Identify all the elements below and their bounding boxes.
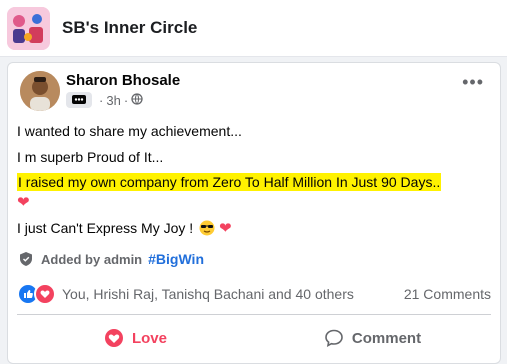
post-card: Sharon Bhosale · 3h · ••• I wanted to sh…	[7, 62, 501, 364]
privacy-globe-icon	[131, 92, 143, 108]
heart-emoji-icon: ❤	[218, 220, 232, 237]
author-avatar[interactable]	[20, 71, 60, 111]
divider	[17, 314, 491, 315]
post-meta: · 3h ·	[66, 91, 143, 109]
author-name[interactable]: Sharon Bhosale	[66, 72, 180, 89]
comments-count[interactable]: 21 Comments	[404, 286, 491, 302]
heart-emoji-icon: ❤	[17, 194, 30, 211]
post-time[interactable]: 3h	[106, 93, 120, 108]
comment-button[interactable]: Comment	[254, 318, 491, 358]
group-thumbnail[interactable]	[7, 7, 50, 50]
reaction-icons[interactable]	[17, 283, 56, 305]
post-line-highlighted: I raised my own company from Zero To Hal…	[17, 173, 442, 191]
hashtag-link[interactable]: #BigWin	[148, 251, 204, 267]
added-by-admin-label: Added by admin	[41, 251, 143, 267]
admin-added-row: Added by admin #BigWin	[19, 249, 204, 269]
action-bar: Love Comment	[17, 318, 491, 358]
group-header: SB's Inner Circle	[0, 0, 507, 57]
reactions-row: You, Hrishi Raj, Tanishq Bachani and 40 …	[17, 283, 491, 305]
comment-icon	[324, 328, 344, 348]
love-reaction-icon	[34, 283, 56, 305]
sunglasses-emoji-icon	[199, 220, 215, 239]
post-line: I just Can't Express My Joy ! ❤	[17, 220, 232, 239]
reactions-summary[interactable]: You, Hrishi Raj, Tanishq Bachani and 40 …	[62, 286, 354, 302]
comment-button-label: Comment	[351, 329, 422, 347]
shield-icon	[19, 251, 33, 267]
more-options-icon[interactable]: •••	[462, 73, 484, 91]
highlighted-text: I raised my own company from Zero To Hal…	[17, 173, 442, 191]
heart-icon	[104, 328, 124, 348]
post-line: I m superb Proud of It...	[17, 149, 164, 165]
love-button-label: Love	[131, 329, 167, 347]
love-button[interactable]: Love	[17, 318, 254, 358]
group-badge-icon	[66, 92, 92, 108]
post-line: I wanted to share my achievement...	[17, 123, 242, 139]
group-name[interactable]: SB's Inner Circle	[62, 18, 197, 38]
